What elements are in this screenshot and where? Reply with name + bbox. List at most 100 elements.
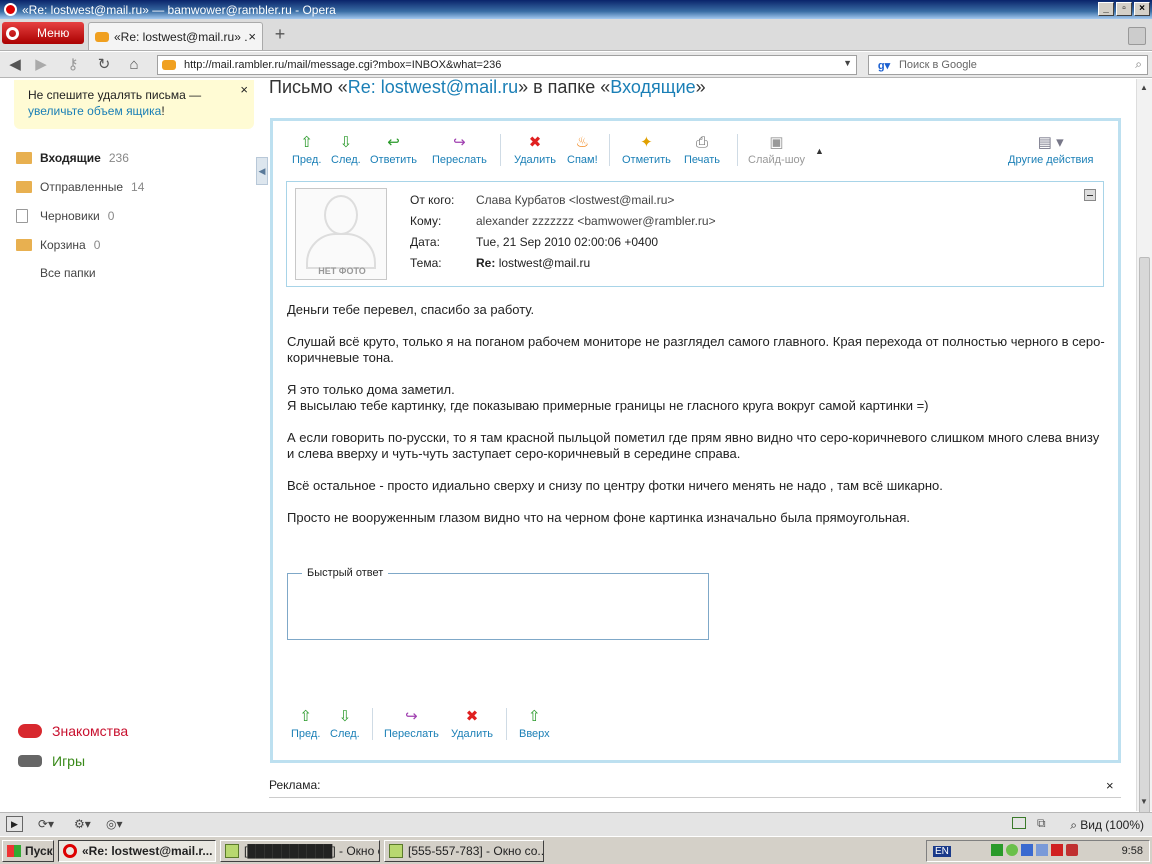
network-icon[interactable] [1021, 843, 1034, 856]
slideshow-button[interactable]: ▣ Слайд-шоу [748, 134, 805, 166]
url-field[interactable]: http://mail.rambler.ru/mail/message.cgi?… [157, 55, 857, 75]
reply-button[interactable]: ↩ Ответить [370, 134, 417, 166]
toolbar-divider [506, 708, 507, 740]
folder-drafts[interactable]: Черновики 0 [16, 206, 114, 226]
prev-button-bottom[interactable]: ⇧ Пред. [291, 708, 320, 740]
body-paragraph: Просто не вооруженным глазом видно что н… [287, 510, 910, 525]
body-paragraph: Деньги тебе перевел, спасибо за работу. [287, 302, 535, 317]
all-folders-link[interactable]: Все папки [40, 266, 96, 280]
spam-button[interactable]: ♨ Спам! [567, 134, 598, 166]
close-notice-icon[interactable]: × [240, 82, 248, 98]
subject-link[interactable]: Re: lostwest@mail.ru [348, 77, 518, 97]
reload-icon[interactable]: ↻ [93, 56, 115, 74]
games-link[interactable]: Игры [18, 750, 85, 772]
icq-icon[interactable] [1006, 843, 1019, 856]
delete-button-bottom[interactable]: ✖ Удалить [451, 708, 493, 740]
next-button-bottom[interactable]: ⇩ След. [330, 708, 360, 740]
task-chat-1[interactable]: [██████████] - Окно со... [220, 840, 380, 862]
maximize-button[interactable]: ▫ [1116, 2, 1132, 16]
from-value[interactable]: Слава Курбатов <lostwest@mail.ru> [476, 193, 674, 207]
start-button[interactable]: Пуск [2, 840, 54, 862]
ati-icon[interactable] [1051, 843, 1064, 856]
folder-sent[interactable]: Отправленные 14 [16, 177, 144, 197]
tab-bar: Меню «Re: lostwest@mail.ru» ... × + [0, 19, 1152, 51]
unite-icon[interactable]: ⚙▾ [74, 817, 91, 831]
forward-icon: ↪ [405, 708, 418, 725]
toolbar-divider [609, 134, 610, 166]
close-window-button[interactable]: × [1134, 2, 1150, 16]
other-actions-button[interactable]: ▤ ▾ Другие действия [1008, 134, 1093, 166]
forward-icon[interactable]: ▶ [30, 56, 52, 74]
prev-button[interactable]: ⇧ Пред. [292, 134, 321, 166]
clock[interactable]: 9:58 [1122, 845, 1143, 857]
to-label: Кому: [410, 214, 442, 228]
delete-button[interactable]: ✖ Удалить [514, 134, 556, 166]
tray-icons [991, 843, 1081, 859]
quick-reply-label: Быстрый ответ [302, 567, 389, 579]
task-opera[interactable]: «Re: lostwest@mail.r... [58, 840, 216, 862]
flame-icon: ♨ [575, 134, 590, 151]
task-chat-2[interactable]: [555-557-783] - Окно со... [384, 840, 544, 862]
google-icon[interactable]: g▾ [869, 56, 899, 74]
close-ad-icon[interactable]: × [1106, 778, 1114, 793]
windows-logo-icon [7, 845, 21, 857]
arrow-up-icon: ⇧ [300, 134, 313, 151]
window-title: «Re: lostwest@mail.ru» — bamwower@ramble… [22, 2, 336, 17]
page-scrollbar[interactable]: ▲ ▼ [1136, 79, 1152, 817]
print-button[interactable]: ⎙ Печать [684, 134, 720, 166]
forward-button-bottom[interactable]: ↪ Переслать [384, 708, 439, 740]
search-field[interactable]: g▾ Поиск в Google ⌕ [868, 55, 1148, 75]
collapse-toolbar-icon[interactable]: ▲ [815, 146, 824, 156]
folder-inbox[interactable]: Входящие 236 [16, 148, 129, 168]
sync-icon[interactable]: ⟳▾ [38, 817, 54, 831]
layout-icon[interactable]: ⧉ [1037, 816, 1046, 831]
back-icon[interactable]: ◀ [4, 56, 26, 74]
turbo-icon[interactable]: ◎▾ [106, 817, 123, 831]
inbox-link[interactable]: Входящие [610, 77, 695, 97]
page-icon[interactable] [1012, 817, 1026, 829]
key-icon[interactable]: ⚷ [62, 56, 84, 74]
home-icon[interactable]: ⌂ [123, 56, 145, 74]
zoom-control[interactable]: ⌕ Вид (100%) [1070, 818, 1144, 833]
arrow-down-icon: ⇩ [338, 708, 352, 725]
scroll-thumb[interactable] [1139, 257, 1150, 817]
folder-icon [16, 181, 32, 193]
tray-app-icon[interactable] [991, 843, 1004, 856]
chevron-down-icon[interactable]: ▼ [843, 58, 852, 68]
browser-status-bar: ▶ ⟳▾ ⚙▾ ◎▾ ⧉ ⌕ Вид (100%) [0, 812, 1152, 836]
folder-icon [16, 152, 32, 164]
avatar: НЕТ ФОТО [295, 188, 387, 280]
mark-button[interactable]: ✦ Отметить [622, 134, 671, 166]
new-tab-button[interactable]: + [268, 25, 292, 45]
scroll-top-button[interactable]: ⇧ Вверх [519, 708, 550, 740]
tab-current[interactable]: «Re: lostwest@mail.ru» ... × [88, 22, 263, 50]
opera-menu-button[interactable]: Меню [2, 22, 84, 44]
forward-button[interactable]: ↪ Переслать [432, 134, 487, 166]
increase-storage-link[interactable]: увеличьте объем ящика [28, 104, 161, 118]
trash-tabs-icon[interactable] [1128, 27, 1146, 45]
chat-window-icon [225, 844, 239, 858]
scroll-up-icon[interactable]: ▲ [1140, 83, 1148, 92]
address-toolbar: ◀ ▶ ⚷ ↻ ⌂ http://mail.rambler.ru/mail/me… [0, 52, 1152, 78]
next-button[interactable]: ⇩ След. [331, 134, 361, 166]
ad-divider [269, 797, 1121, 798]
collapse-header-icon[interactable] [1084, 189, 1096, 201]
system-tray: EN 9:58 [926, 840, 1150, 862]
quick-reply-box[interactable]: Быстрый ответ [287, 567, 709, 640]
opera-icon [63, 844, 77, 858]
close-tab-icon[interactable]: × [248, 29, 256, 44]
dating-link[interactable]: Знакомства [18, 720, 128, 742]
monitor-icon[interactable] [1036, 843, 1049, 856]
collapse-sidebar-button[interactable]: ◀ [256, 157, 268, 185]
language-indicator[interactable]: EN [933, 845, 951, 857]
printer-icon: ⎙ [696, 134, 709, 151]
minimize-button[interactable]: _ [1098, 2, 1114, 16]
lightbulb-icon: ✦ [640, 134, 653, 151]
to-value: alexander zzzzzzz <bamwower@rambler.ru> [476, 214, 716, 228]
windows-taskbar: Пуск «Re: lostwest@mail.r... [██████████… [0, 836, 1152, 864]
search-icon[interactable]: ⌕ [1135, 57, 1142, 72]
scroll-down-icon[interactable]: ▼ [1140, 797, 1148, 806]
shield-icon[interactable] [1066, 843, 1079, 856]
panel-toggle-icon[interactable]: ▶ [6, 816, 23, 832]
folder-trash[interactable]: Корзина 0 [16, 235, 100, 255]
